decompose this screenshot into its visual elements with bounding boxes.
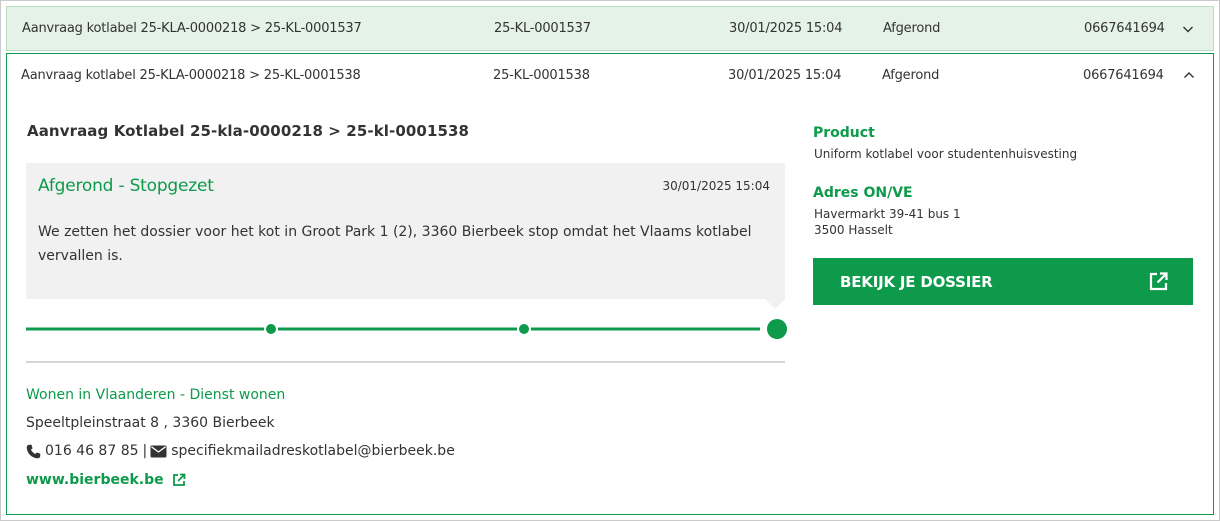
product-value: Uniform kotlabel voor studentenhuisvesti… xyxy=(814,147,1078,161)
timeline-step xyxy=(266,324,276,334)
view-dossier-label: BEKIJK JE DOSSIER xyxy=(840,273,993,291)
chevron-up-icon[interactable] xyxy=(1183,69,1195,81)
row-date: 30/01/2025 15:04 xyxy=(728,68,842,83)
address-line1: Havermarkt 39-41 bus 1 xyxy=(814,207,961,221)
dossier-row-expanded[interactable]: Aanvraag kotlabel 25-KLA-0000218 > 25-KL… xyxy=(6,53,1214,99)
row-status: Afgerond xyxy=(882,68,940,83)
contact-separator: | xyxy=(142,443,148,459)
message-text: We zetten het dossier voor het kot in Gr… xyxy=(38,224,752,264)
phone-icon xyxy=(26,444,41,458)
section-divider xyxy=(26,361,785,363)
timeline-step-current xyxy=(767,319,787,339)
status-message-box: Afgerond - Stopgezet 30/01/2025 15:04 We… xyxy=(26,163,785,299)
message-date: 30/01/2025 15:04 xyxy=(662,179,770,193)
external-link-icon xyxy=(1149,272,1168,291)
organisation-address: Speeltpleinstraat 8 , 3360 Bierbeek xyxy=(26,415,275,431)
row-title: Aanvraag kotlabel 25-KLA-0000218 > 25-KL… xyxy=(22,21,362,36)
chevron-down-icon[interactable] xyxy=(1182,23,1194,35)
row-status: Afgerond xyxy=(883,21,941,36)
row-id: 25-KL-0001537 xyxy=(494,21,591,36)
envelope-icon xyxy=(150,445,167,457)
email-address[interactable]: specifiekmailadreskotlabel@bierbeek.be xyxy=(171,443,455,459)
row-number: 0667641694 xyxy=(1083,68,1164,83)
timeline-step xyxy=(519,324,529,334)
progress-timeline xyxy=(26,319,787,339)
dossier-row-collapsed[interactable]: Aanvraag kotlabel 25-KLA-0000218 > 25-KL… xyxy=(6,6,1214,51)
website-label[interactable]: www.bierbeek.be xyxy=(26,472,164,488)
row-title: Aanvraag kotlabel 25-KLA-0000218 > 25-KL… xyxy=(21,68,361,83)
product-label: Product xyxy=(813,125,875,141)
view-dossier-button[interactable]: BEKIJK JE DOSSIER xyxy=(813,258,1193,305)
detail-title: Aanvraag Kotlabel 25-kla-0000218 > 25-kl… xyxy=(27,122,470,140)
external-link-icon xyxy=(172,473,186,486)
address-line2: 3500 Hasselt xyxy=(814,223,893,237)
phone-number[interactable]: 016 46 87 85 xyxy=(45,443,139,459)
address-label: Adres ON/VE xyxy=(813,185,913,201)
row-number: 0667641694 xyxy=(1084,21,1165,36)
row-id: 25-KL-0001538 xyxy=(493,68,590,83)
organisation-name: Wonen in Vlaanderen - Dienst wonen xyxy=(26,387,286,403)
row-date: 30/01/2025 15:04 xyxy=(729,21,843,36)
message-status: Afgerond - Stopgezet xyxy=(38,176,214,196)
website-link[interactable]: www.bierbeek.be xyxy=(26,472,186,488)
organisation-contact: 016 46 87 85 | specifiekmailadreskotlabe… xyxy=(26,443,455,459)
message-pointer xyxy=(765,299,785,309)
